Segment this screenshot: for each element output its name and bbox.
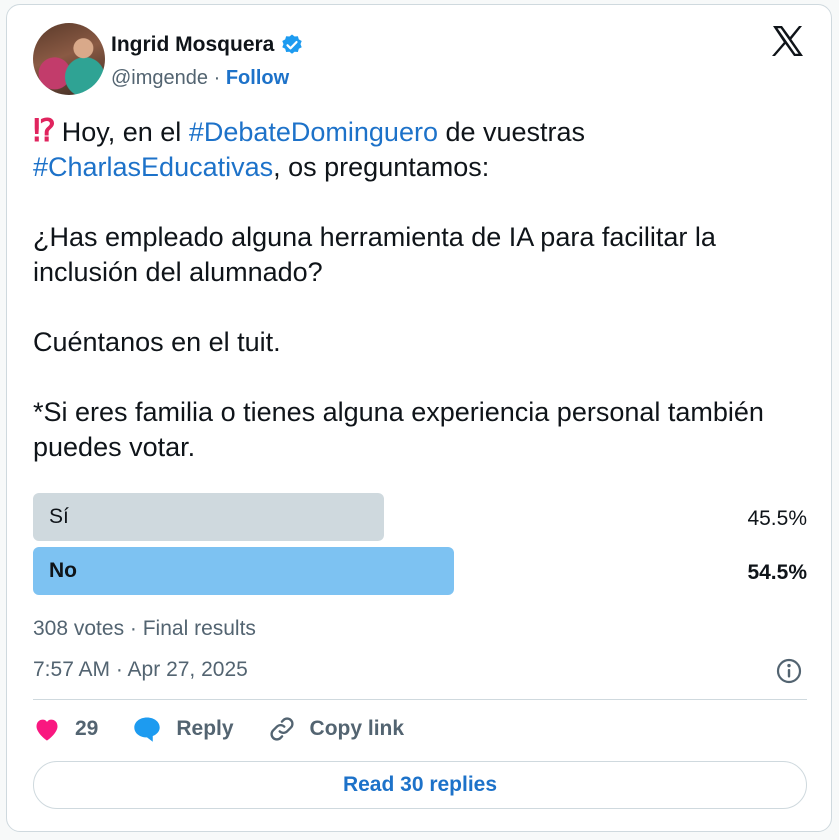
tweet-note: *Si eres familia o tienes alguna experie… <box>33 397 764 462</box>
x-logo-icon[interactable] <box>771 25 805 62</box>
copy-link-button[interactable]: Copy link <box>268 715 405 743</box>
poll-option-label: No <box>49 559 77 582</box>
poll-option-si: Sí <box>33 493 384 541</box>
author-handle[interactable]: @imgende <box>111 67 208 89</box>
read-replies-button[interactable]: Read 30 replies <box>33 761 807 809</box>
like-button[interactable]: 29 <box>33 716 98 742</box>
hashtag-charlas-educativas[interactable]: #CharlasEducativas <box>33 152 273 182</box>
heart-icon <box>36 719 58 741</box>
timestamp[interactable]: 7:57 AM · Apr 27, 2025 <box>33 658 248 682</box>
reply-bubble-icon <box>134 717 161 742</box>
hashtag-debate-dominguero[interactable]: #DebateDominguero <box>189 117 438 147</box>
handle-row: @imgende · Follow <box>111 67 289 90</box>
author-name-row[interactable]: Ingrid Mosquera <box>111 33 304 57</box>
action-bar: 29 Reply Copy link <box>33 715 438 743</box>
link-icon <box>269 717 294 741</box>
interrobang-emoji-icon: ⁉ <box>33 113 56 148</box>
separator: · <box>213 67 221 89</box>
tweet-text-prefix: Hoy, en el <box>61 117 189 147</box>
verified-badge-icon <box>280 33 304 57</box>
tweet-cta: Cuéntanos en el tuit. <box>33 327 281 357</box>
tweet-card: Ingrid Mosquera @imgende · Follow ⁉ Hoy, … <box>6 4 832 832</box>
poll-summary: 308 votes · Final results <box>33 617 256 640</box>
avatar[interactable] <box>33 23 105 95</box>
tweet-text: ⁉ Hoy, en el #DebateDominguero de vuestra… <box>33 113 813 465</box>
reply-label: Reply <box>176 717 234 740</box>
author-name[interactable]: Ingrid Mosquera <box>111 33 274 57</box>
reply-button[interactable]: Reply <box>132 715 234 743</box>
divider <box>33 699 807 700</box>
tweet-question: ¿Has empleado alguna herramienta de IA p… <box>33 222 716 287</box>
poll-option-percent: 54.5% <box>747 561 807 584</box>
like-count: 29 <box>75 717 99 740</box>
poll-option-no: No <box>33 547 454 595</box>
copy-link-label: Copy link <box>309 717 405 740</box>
info-icon[interactable] <box>775 657 803 690</box>
poll-option-label: Sí <box>49 505 69 528</box>
tweet-text-suffix: de vuestras <box>437 117 586 147</box>
poll-option-percent: 45.5% <box>747 507 807 530</box>
tweet-text-line2: , os preguntamos: <box>273 152 490 182</box>
follow-button[interactable]: Follow <box>226 67 289 89</box>
